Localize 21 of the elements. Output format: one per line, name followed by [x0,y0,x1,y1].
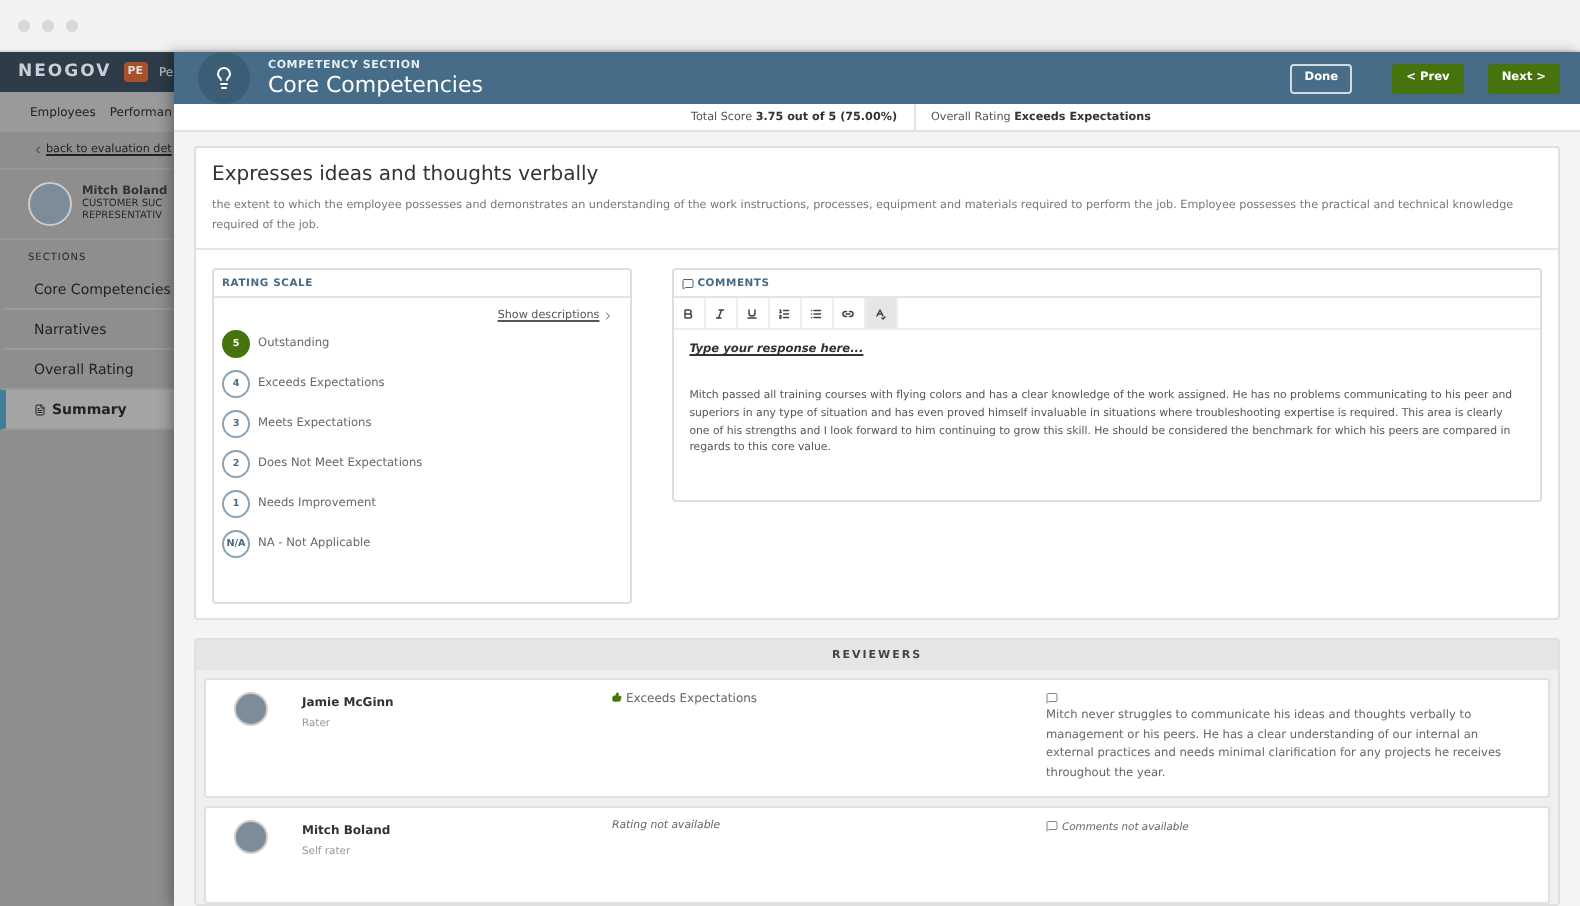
bullet-list-icon [810,307,823,319]
chevron-right-icon [601,310,614,322]
spellcheck-button[interactable] [865,298,898,328]
thumbs-up-icon [612,692,622,702]
bold-icon [682,307,695,319]
avatar [28,182,72,226]
comment-icon [1046,692,1058,704]
spellcheck-icon [874,307,887,319]
ordered-list-icon [778,307,791,319]
underline-icon [746,307,759,319]
logo[interactable]: NEOGOV [18,62,112,82]
panel-title: Core Competencies [268,71,483,97]
avatar [234,692,268,726]
comment-icon [681,277,694,289]
comment-icon [1046,820,1058,832]
link-icon [842,307,855,319]
competency-title: Expresses ideas and thoughts verbally [212,164,601,186]
italic-icon [714,307,727,319]
chevron-left-icon [32,144,44,156]
avatar [234,820,268,854]
document-icon [34,403,46,415]
